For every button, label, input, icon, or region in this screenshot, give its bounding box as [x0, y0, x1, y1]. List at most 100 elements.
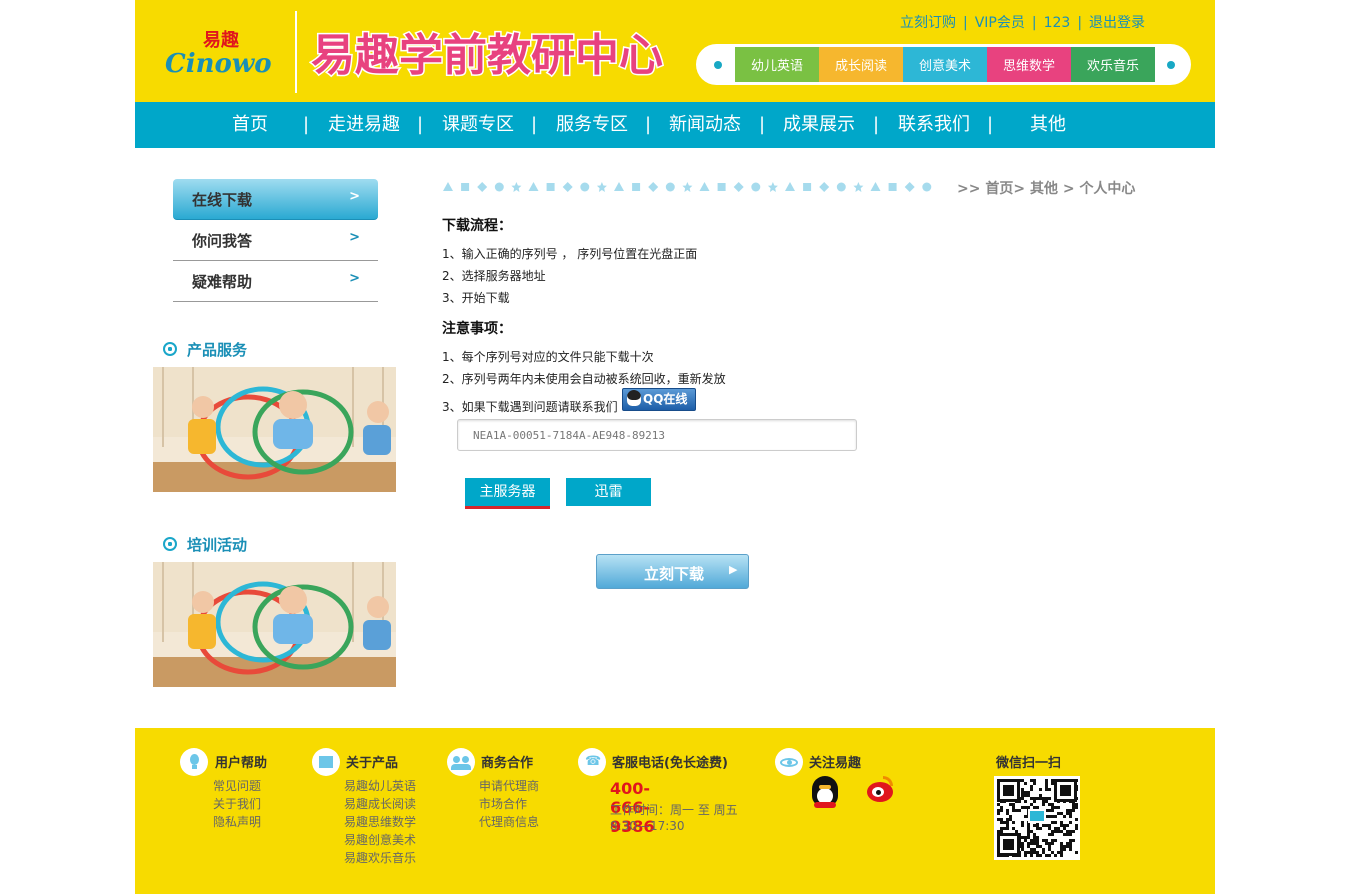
wechat-qr-code — [994, 776, 1080, 860]
footer-link[interactable]: 易趣创意美术 — [344, 831, 416, 848]
nav-news[interactable]: 新闻动态 — [669, 102, 741, 148]
link-vip[interactable]: VIP会员 — [975, 15, 1025, 31]
flow-step: 3、开始下载 — [442, 291, 510, 305]
category-reading[interactable]: 成长阅读 — [819, 47, 903, 82]
chevron-right-icon: > — [349, 271, 360, 286]
dot-shape-icon — [632, 183, 641, 191]
circle-bullet-icon — [163, 342, 177, 356]
site-header: 易趣 Cinowo 易趣学前教研中心 立刻订购 | VIP会员 | 123 | 退出登录 幼… — [135, 0, 1215, 102]
nav-topics[interactable]: 课题专区 — [442, 102, 514, 148]
work-hours: 工作时间：周一 至 周五 — [610, 803, 738, 817]
link-username[interactable]: 123 — [1044, 15, 1071, 31]
dot-shape-icon — [580, 182, 590, 192]
footer-link[interactable]: 市场合作 — [479, 795, 527, 812]
section-title-training: 培训活动 — [163, 534, 247, 555]
dot-shape-icon — [853, 182, 864, 192]
chevron-right-icon: > — [349, 189, 360, 204]
sidebar-item-download[interactable]: 在线下载 > — [173, 179, 378, 220]
footer-link[interactable]: 易趣欢乐音乐 — [344, 849, 416, 866]
footer-link[interactable]: 代理商信息 — [479, 813, 539, 830]
section-title-products: 产品服务 — [163, 339, 247, 360]
dot-shape-icon — [477, 182, 488, 192]
kids-hoops-image[interactable] — [153, 562, 396, 687]
nav-results[interactable]: 成果展示 — [783, 102, 855, 148]
dot-shape-icon — [528, 182, 539, 191]
dot-shape-icon — [443, 182, 453, 191]
sidebar-item-label: 疑难帮助 — [192, 273, 253, 291]
footer-link[interactable]: 易趣思维数学 — [344, 813, 416, 830]
footer-link[interactable]: 隐私声明 — [213, 813, 261, 830]
category-math[interactable]: 思维数学 — [987, 47, 1071, 82]
nav-services[interactable]: 服务专区 — [556, 102, 628, 148]
category-art[interactable]: 创意美术 — [903, 47, 987, 82]
link-logout[interactable]: 退出登录 — [1089, 15, 1145, 31]
category-music[interactable]: 欢乐音乐 — [1071, 47, 1155, 82]
nav-about[interactable]: 走进易趣 — [328, 102, 400, 148]
dot-icon — [1167, 61, 1175, 69]
dot-shape-icon — [494, 182, 504, 192]
footer-link[interactable]: 申请代理商 — [479, 777, 539, 794]
dot-shape-icon — [648, 182, 659, 192]
site-footer: 用户帮助 常见问题 关于我们 隐私声明 关于产品 易趣幼儿英语 易趣成长阅读 易… — [135, 728, 1215, 894]
eye-icon — [775, 748, 803, 776]
dot-shape-icon — [888, 183, 897, 191]
server-main-button[interactable]: 主服务器 — [465, 478, 550, 506]
dot-shape-icon — [767, 182, 778, 192]
dot-shape-icon — [717, 183, 726, 191]
server-xunlei-button[interactable]: 迅雷 — [566, 478, 651, 506]
footer-link[interactable]: 常见问题 — [213, 777, 261, 794]
svg-text:易趣: 易趣 — [203, 30, 240, 51]
dot-shape-icon — [819, 182, 830, 192]
qq-penguin-icon[interactable] — [810, 776, 840, 810]
download-now-button[interactable]: 立刻下载 ▶ — [596, 554, 749, 589]
chevron-right-icon: > — [349, 230, 360, 245]
dot-shape-icon — [870, 182, 881, 191]
category-english[interactable]: 幼儿英语 — [735, 47, 819, 82]
sidebar-item-help[interactable]: 疑难帮助 > — [173, 261, 378, 302]
breadcrumb: >> 首页> 其他 > 个人中心 — [957, 181, 1136, 197]
download-flow-title: 下载流程： — [442, 218, 512, 234]
dot-shape-icon — [614, 182, 624, 191]
logo-divider — [295, 11, 297, 93]
breadcrumb-other[interactable]: 其他 — [1030, 181, 1058, 197]
dot-shape-icon — [682, 182, 693, 192]
dot-shape-icon — [785, 182, 795, 191]
nav-other[interactable]: 其他 — [1030, 102, 1066, 148]
note-item: 3、如果下载遇到问题请联系我们 — [442, 400, 618, 414]
qq-online-button[interactable]: QQ在线 — [622, 388, 696, 411]
breadcrumb-current[interactable]: 个人中心 — [1079, 181, 1135, 197]
footer-link[interactable]: 易趣幼儿英语 — [344, 777, 416, 794]
dot-shape-icon — [922, 182, 932, 192]
telephone-icon: ☎ — [578, 748, 606, 776]
dot-shape-icon — [836, 182, 846, 192]
footer-link[interactable]: 易趣成长阅读 — [344, 795, 416, 812]
top-links: 立刻订购 | VIP会员 | 123 | 退出登录 — [900, 15, 1146, 31]
dot-shape-icon — [546, 183, 555, 191]
footer-link[interactable]: 关于我们 — [213, 795, 261, 812]
penguin-icon — [627, 390, 641, 406]
double-chevron-icon: >> — [957, 181, 981, 197]
dot-shape-icon — [803, 183, 812, 191]
play-arrow-icon: ▶ — [729, 563, 738, 576]
sidebar-item-label: 你问我答 — [192, 232, 253, 250]
serial-number-input[interactable] — [457, 419, 857, 451]
weibo-icon[interactable] — [865, 776, 895, 810]
circle-bullet-icon — [163, 537, 177, 551]
breadcrumb-home[interactable]: 首页 — [985, 181, 1013, 197]
lightbulb-icon — [180, 748, 208, 776]
brand-logo-small[interactable]: 易趣 Cinowo — [163, 26, 278, 78]
box-icon — [312, 748, 340, 776]
kids-hoops-image[interactable] — [153, 367, 396, 492]
note-item: 1、每个序列号对应的文件只能下载十次 — [442, 350, 654, 364]
work-hours: 8:30---17:30 — [610, 819, 685, 833]
link-order-now[interactable]: 立刻订购 — [900, 15, 956, 31]
nav-home[interactable]: 首页 — [232, 102, 268, 148]
sidebar-item-faq[interactable]: 你问我答 > — [173, 220, 378, 261]
flow-step: 1、输入正确的序列号 ， 序列号位置在光盘正面 — [442, 247, 698, 261]
users-icon — [447, 748, 475, 776]
sidebar-item-label: 在线下载 — [192, 191, 253, 209]
dot-shape-icon — [562, 182, 573, 192]
dot-shape-icon — [511, 182, 522, 192]
dot-shape-icon — [904, 182, 915, 192]
nav-contact[interactable]: 联系我们 — [898, 102, 970, 148]
